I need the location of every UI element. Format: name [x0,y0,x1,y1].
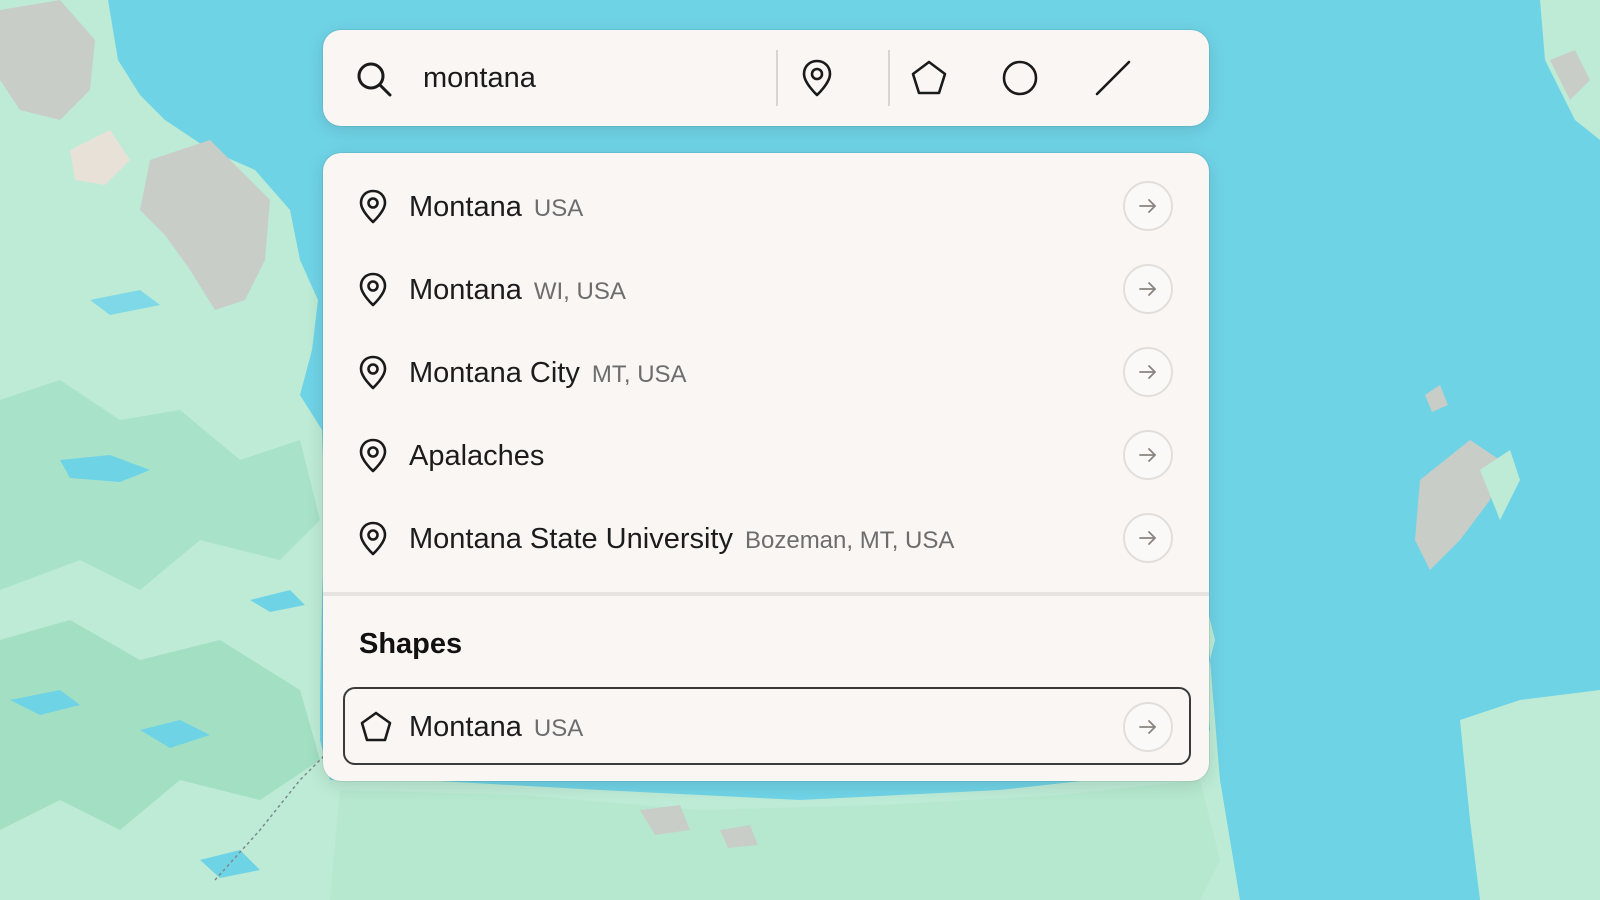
result-item[interactable]: Apalaches [323,416,1209,496]
shape-result-item[interactable]: Montana USA [343,687,1191,765]
go-button[interactable] [1123,347,1173,397]
pin-icon [356,188,390,226]
arrow-right-icon [1139,282,1156,296]
result-label: Montana City MT, USA [409,333,687,413]
pin-icon [356,520,390,558]
result-name: Montana [409,273,522,306]
circle-icon [1002,60,1038,96]
result-label: Montana USA [409,167,583,247]
go-button[interactable] [1123,181,1173,231]
result-item[interactable]: Montana State University Bozeman, MT, US… [323,499,1209,579]
pin-icon [356,437,390,475]
shape-result-name: Montana [409,710,522,743]
shape-result-location: USA [533,715,584,742]
result-location: WI, USA [533,278,626,305]
arrow-right-icon [1139,531,1156,545]
shape-result-label: Montana USA [409,689,583,765]
search-bar [323,30,1209,126]
arrow-right-icon [1139,199,1156,213]
result-label: Montana WI, USA [409,250,626,330]
pentagon-icon [358,709,394,745]
result-location: Bozeman, MT, USA [744,527,955,554]
pin-icon [356,271,390,309]
result-item[interactable]: Montana WI, USA [323,250,1209,330]
search-results-panel: Montana USA Montana WI, USA Montana City… [323,153,1209,781]
result-location: USA [533,195,584,222]
arrow-right-icon [1139,720,1156,734]
arrow-right-icon [1139,448,1156,462]
place-marker-tool[interactable] [795,56,839,100]
search-icon [355,60,393,98]
result-item[interactable]: Montana USA [323,167,1209,247]
result-location: MT, USA [591,361,687,388]
result-item[interactable]: Montana City MT, USA [323,333,1209,413]
go-button[interactable] [1123,702,1173,752]
result-name: Montana City [409,356,580,389]
circle-tool[interactable] [998,56,1042,100]
result-label: Apalaches [409,416,556,496]
polygon-tool[interactable] [907,56,951,100]
line-icon [1095,60,1131,96]
pin-icon [356,354,390,392]
separator [888,50,890,106]
shapes-section-title: Shapes [359,628,463,660]
go-button[interactable] [1123,513,1173,563]
result-name: Montana [409,190,522,223]
result-label: Montana State University Bozeman, MT, US… [409,499,954,579]
go-button[interactable] [1123,264,1173,314]
arrow-right-icon [1139,365,1156,379]
section-divider [323,592,1209,596]
separator [776,50,778,106]
result-name: Montana State University [409,522,733,555]
result-name: Apalaches [409,439,545,472]
go-button[interactable] [1123,430,1173,480]
pin-icon [802,59,832,97]
pentagon-icon [911,60,947,95]
line-tool[interactable] [1091,56,1135,100]
search-input[interactable] [423,54,753,102]
